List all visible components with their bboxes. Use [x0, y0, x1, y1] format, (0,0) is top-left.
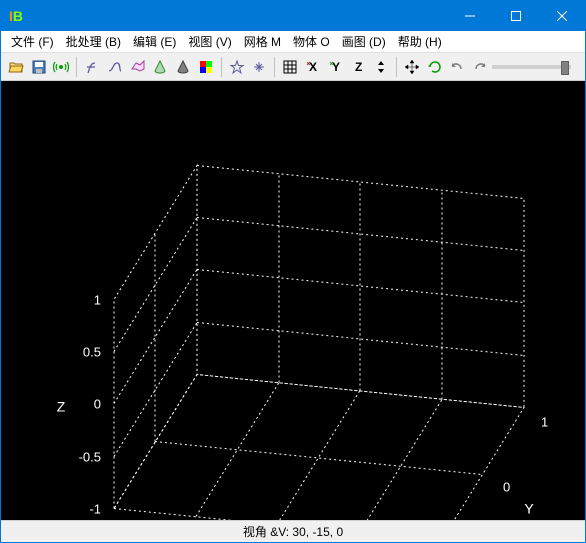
titlebar: IB — [1, 1, 585, 31]
star-icon[interactable] — [226, 56, 248, 78]
separator — [221, 57, 222, 77]
y-axis-icon[interactable]: Y — [325, 56, 347, 78]
palette-icon[interactable] — [195, 56, 217, 78]
separator — [76, 57, 77, 77]
z-tick: 0.5 — [83, 345, 101, 360]
z-tick: 0 — [94, 397, 101, 412]
x-axis-icon[interactable]: X — [302, 56, 324, 78]
close-button[interactable] — [539, 1, 585, 31]
separator — [396, 57, 397, 77]
menu-file[interactable]: 文件 (F) — [5, 31, 60, 52]
z-axis-label: Z — [57, 399, 66, 415]
y-axis-label: Y — [524, 501, 534, 517]
undo-icon[interactable] — [446, 56, 468, 78]
move-icon[interactable] — [401, 56, 423, 78]
menu-help[interactable]: 帮助 (H) — [392, 31, 448, 52]
menu-edit[interactable]: 编辑 (E) — [127, 31, 182, 52]
rotate-icon[interactable] — [424, 56, 446, 78]
status-text: 视角 &V: 30, -15, 0 — [243, 523, 343, 540]
menubar: 文件 (F) 批处理 (B) 编辑 (E) 视图 (V) 网格 M 物体 O 画… — [1, 31, 585, 53]
cone-icon[interactable] — [149, 56, 171, 78]
sparkle-icon[interactable] — [248, 56, 270, 78]
menu-plot[interactable]: 画图 (D) — [336, 31, 392, 52]
y-tick: 1 — [541, 415, 548, 430]
z-tick: 1 — [94, 293, 101, 308]
updown-icon[interactable] — [370, 56, 392, 78]
maximize-button[interactable] — [493, 1, 539, 31]
z-axis-icon[interactable]: Z — [347, 56, 369, 78]
menu-view[interactable]: 视图 (V) — [182, 31, 237, 52]
solid-icon[interactable] — [172, 56, 194, 78]
open-icon[interactable] — [5, 56, 27, 78]
grid-icon[interactable] — [279, 56, 301, 78]
app-logo: IB — [9, 8, 23, 24]
save-icon[interactable] — [28, 56, 50, 78]
menu-mesh[interactable]: 网格 M — [238, 31, 287, 52]
menu-object[interactable]: 物体 O — [287, 31, 336, 52]
app-window: IB 文件 (F) 批处理 (B) 编辑 (E) 视图 (V) 网格 M 物体 … — [0, 0, 586, 543]
y-tick: 0 — [503, 480, 510, 495]
curve-icon[interactable] — [104, 56, 126, 78]
zoom-slider[interactable] — [492, 65, 571, 69]
window-buttons — [447, 1, 585, 31]
z-tick: -0.5 — [79, 450, 101, 465]
toolbar: X Y Z — [1, 53, 585, 81]
minimize-button[interactable] — [447, 1, 493, 31]
svg-text:Y: Y — [332, 60, 340, 74]
z-tick: -1 — [89, 502, 101, 517]
menu-batch[interactable]: 批处理 (B) — [60, 31, 127, 52]
function-icon[interactable] — [81, 56, 103, 78]
separator — [274, 57, 275, 77]
svg-text:Z: Z — [355, 60, 362, 74]
3d-axes-plot: -1 -0.5 0 0.5 1 Z -1 -0.5 0 0.5 1 X -1 0… — [1, 81, 585, 520]
broadcast-icon[interactable] — [51, 56, 73, 78]
statusbar: 视角 &V: 30, -15, 0 — [1, 520, 585, 542]
svg-text:X: X — [309, 60, 317, 74]
x-tick: -1 — [113, 520, 125, 521]
3d-viewport[interactable]: -1 -0.5 0 0.5 1 Z -1 -0.5 0 0.5 1 X -1 0… — [1, 81, 585, 520]
redo-icon[interactable] — [469, 56, 491, 78]
surface-icon[interactable] — [127, 56, 149, 78]
